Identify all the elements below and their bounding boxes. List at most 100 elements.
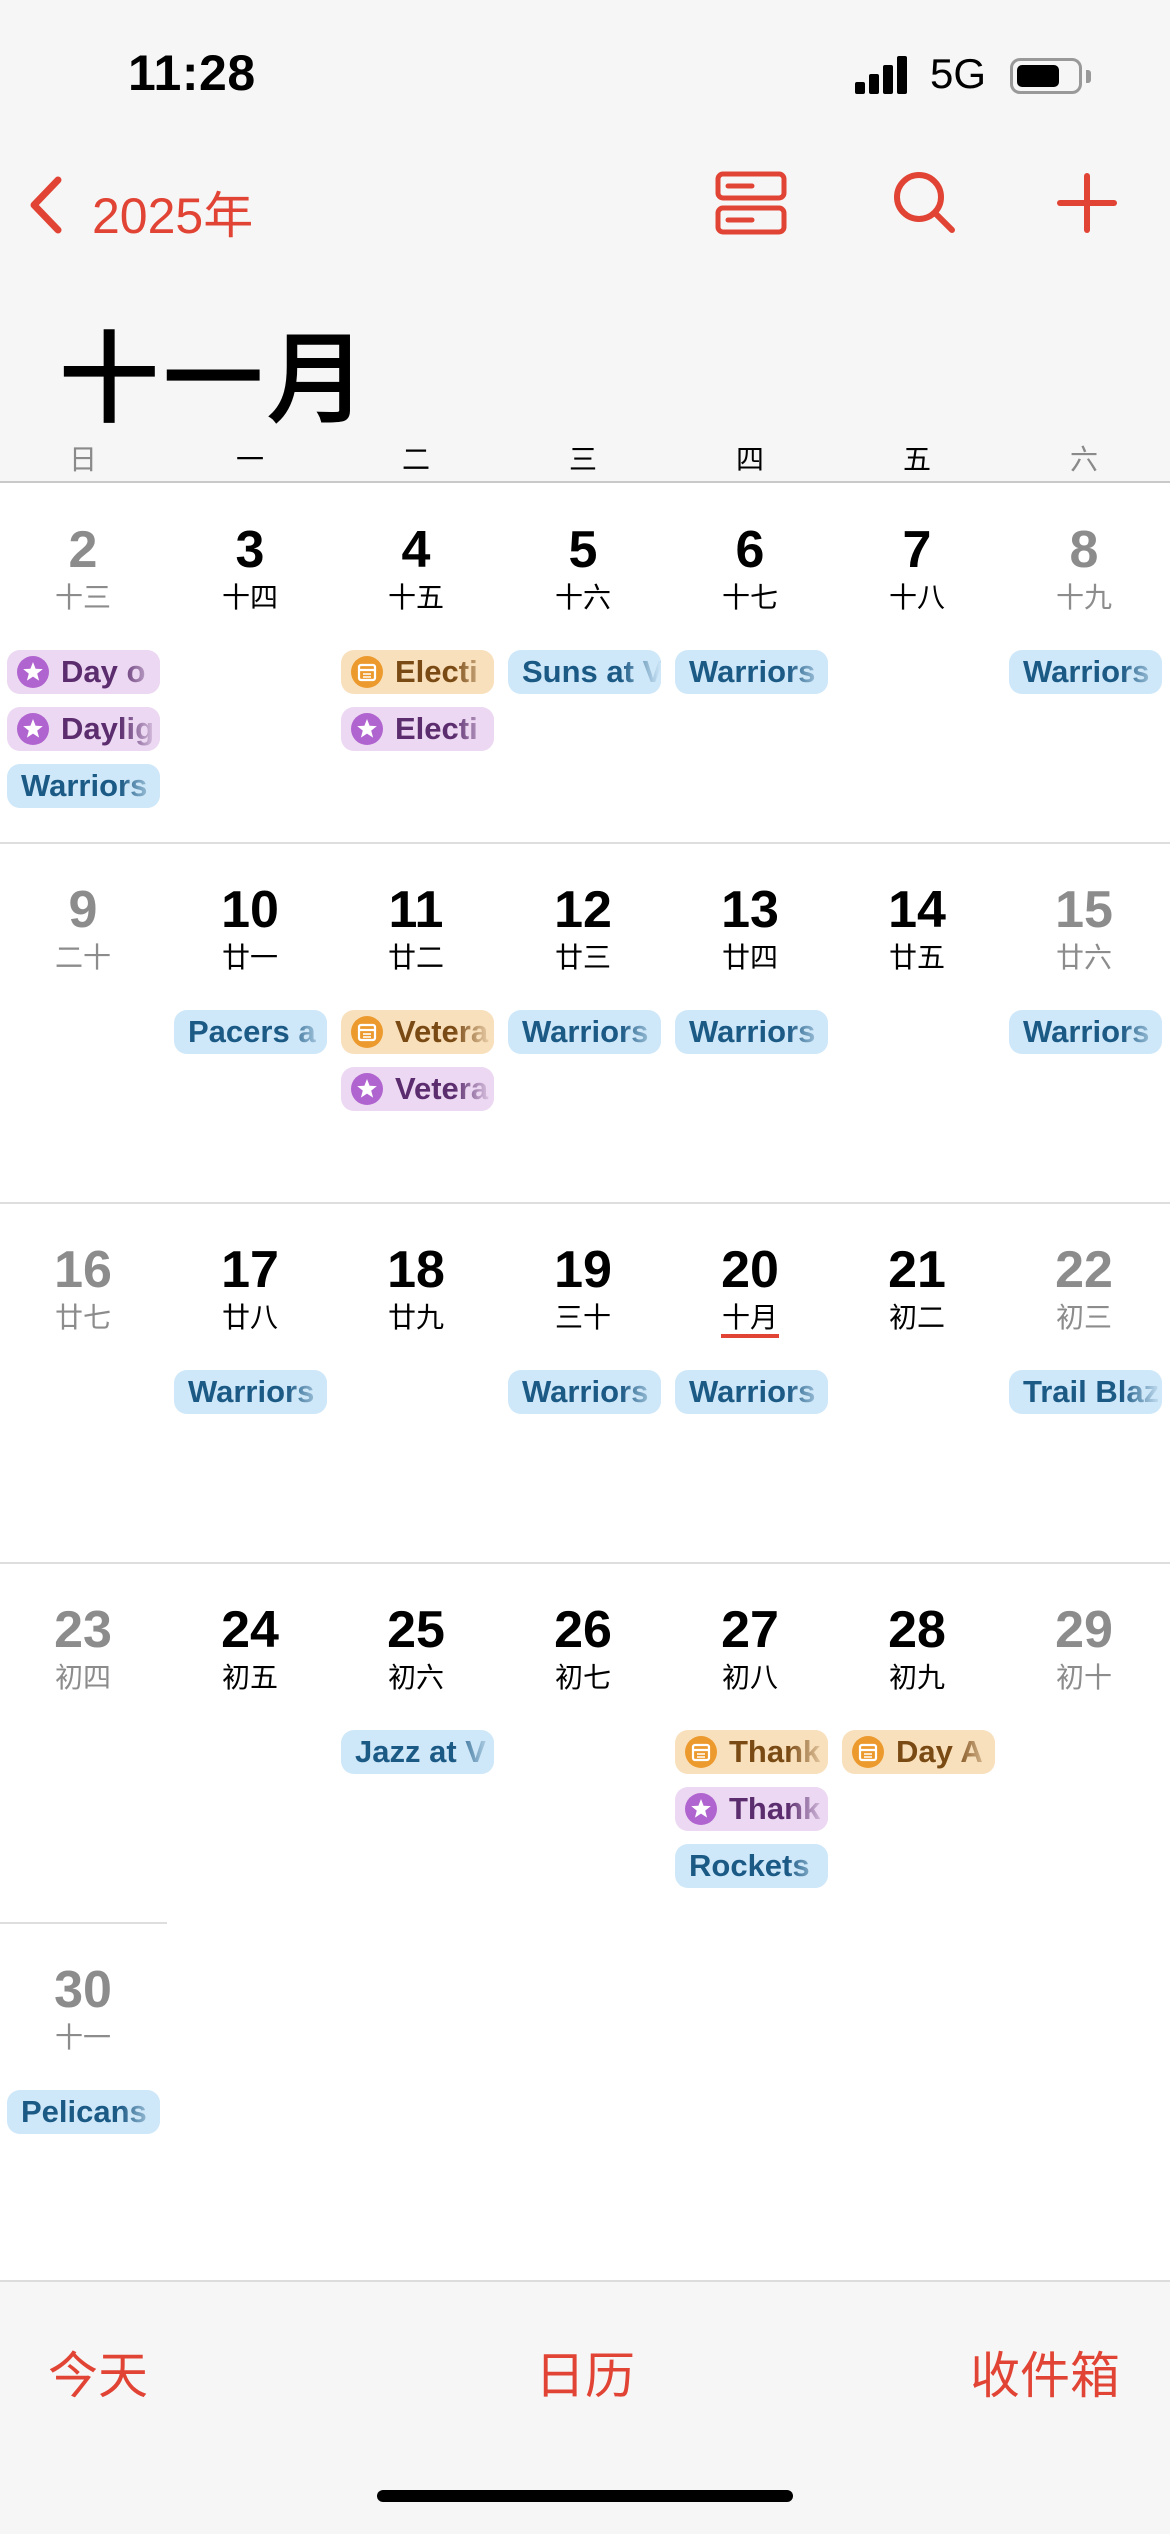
day-cell[interactable]: 23 初四: [3, 1600, 163, 1696]
day-cell[interactable]: 12 廿三: [503, 880, 663, 976]
lunar-date: 十六: [554, 582, 611, 613]
event-chip[interactable]: Electi: [341, 650, 494, 694]
day-cell[interactable]: 20 十月: [670, 1240, 830, 1336]
event-fade: [120, 650, 160, 694]
event-chip[interactable]: Vetera: [341, 1010, 494, 1054]
day-cell[interactable]: 8 十九: [1004, 520, 1164, 616]
event-chip[interactable]: Electi: [341, 707, 494, 751]
calendar-icon: [852, 1736, 884, 1768]
lunar-date: 十五: [387, 582, 444, 613]
lunar-date: 廿七: [54, 1302, 111, 1333]
event-chip[interactable]: Thank: [675, 1787, 828, 1831]
day-number: 6: [735, 521, 765, 579]
event-fade: [454, 1730, 494, 1774]
event-chip[interactable]: Warriors: [174, 1370, 327, 1414]
today-button[interactable]: 今天: [48, 2336, 148, 2408]
event-chip[interactable]: Day o: [7, 650, 160, 694]
day-number: 22: [1055, 1241, 1113, 1299]
day-number: 26: [554, 1601, 612, 1659]
lunar-date: 十九: [1055, 582, 1112, 613]
star-icon: [351, 1073, 383, 1105]
day-cell[interactable]: 27 初八: [670, 1600, 830, 1696]
calendars-button[interactable]: 日历: [535, 2336, 635, 2408]
search-button[interactable]: [890, 168, 960, 238]
day-cell[interactable]: 14 廿五: [837, 880, 997, 976]
event-chip[interactable]: Warriors: [508, 1010, 661, 1054]
day-cell[interactable]: 13 廿四: [670, 880, 830, 976]
lunar-date: 廿二: [387, 942, 444, 973]
event-chip[interactable]: Suns at V: [508, 650, 661, 694]
event-fade: [788, 650, 828, 694]
day-cell[interactable]: 19 三十: [503, 1240, 663, 1336]
year-link[interactable]: 2025年: [92, 176, 253, 248]
lunar-date: 十月: [721, 1302, 778, 1333]
star-icon: [351, 713, 383, 745]
day-cell[interactable]: 11 廿二: [336, 880, 496, 976]
event-chip[interactable]: Pacers a: [174, 1010, 327, 1054]
day-cell[interactable]: 18 廿九: [336, 1240, 496, 1336]
event-fade: [120, 2090, 160, 2134]
day-number: 28: [888, 1601, 946, 1659]
event-fade: [788, 1787, 828, 1831]
event-fade: [1122, 1010, 1162, 1054]
event-chip[interactable]: Vetera: [341, 1067, 494, 1111]
event-chip[interactable]: Daylig: [7, 707, 160, 751]
day-cell[interactable]: 7 十八: [837, 520, 997, 616]
day-cell[interactable]: 22 初三: [1004, 1240, 1164, 1336]
day-cell[interactable]: 4 十五: [336, 520, 496, 616]
day-cell[interactable]: 26 初七: [503, 1600, 663, 1696]
inbox-button[interactable]: 收件箱: [970, 2336, 1120, 2408]
event-chip[interactable]: Warriors: [675, 650, 828, 694]
day-number: 21: [888, 1241, 946, 1299]
day-number: 5: [568, 521, 598, 579]
lunar-date: 廿八: [221, 1302, 278, 1333]
event-chip[interactable]: Warriors: [675, 1010, 828, 1054]
event-chip[interactable]: Warriors: [1009, 1010, 1162, 1054]
day-cell[interactable]: 28 初九: [837, 1600, 997, 1696]
event-chip[interactable]: Warriors: [508, 1370, 661, 1414]
event-fade: [120, 707, 160, 751]
day-cell[interactable]: 21 初二: [837, 1240, 997, 1336]
event-chip[interactable]: Trail Blaz: [1009, 1370, 1162, 1414]
event-chip[interactable]: Rockets: [675, 1844, 828, 1888]
weekday-header: 日 一 二 三 四 五 六: [0, 438, 1170, 475]
calendar-icon: [351, 656, 383, 688]
event-chip[interactable]: Pelicans: [7, 2090, 160, 2134]
lunar-date: 廿五: [888, 942, 945, 973]
day-cell[interactable]: 3 十四: [170, 520, 330, 616]
day-cell[interactable]: 2 十三: [3, 520, 163, 616]
lunar-date: 廿四: [721, 942, 778, 973]
event-chip[interactable]: Warriors: [1009, 650, 1162, 694]
day-cell[interactable]: 30 十一: [3, 1960, 163, 2056]
network-type: 5G: [930, 50, 987, 97]
day-cell[interactable]: 16 廿七: [3, 1240, 163, 1336]
day-cell[interactable]: 5 十六: [503, 520, 663, 616]
day-cell[interactable]: 10 廿一: [170, 880, 330, 976]
day-cell[interactable]: 9 二十: [3, 880, 163, 976]
day-number: 10: [221, 881, 279, 939]
event-chip[interactable]: Day A: [842, 1730, 995, 1774]
day-cell[interactable]: 15 廿六: [1004, 880, 1164, 976]
lunar-date: 初六: [387, 1662, 444, 1693]
day-number: 18: [387, 1241, 445, 1299]
day-cell[interactable]: 29 初十: [1004, 1600, 1164, 1696]
event-chip[interactable]: Warriors: [7, 764, 160, 808]
event-chip[interactable]: Jazz at V: [341, 1730, 494, 1774]
day-cell[interactable]: 24 初五: [170, 1600, 330, 1696]
day-number: 8: [1069, 521, 1099, 579]
day-number: 30: [54, 1961, 112, 2019]
day-cell[interactable]: 25 初六: [336, 1600, 496, 1696]
day-cell[interactable]: 17 廿八: [170, 1240, 330, 1336]
day-cell[interactable]: 6 十七: [670, 520, 830, 616]
event-chip[interactable]: Thank: [675, 1730, 828, 1774]
chevron-left-icon: [30, 176, 62, 234]
add-event-button[interactable]: [1052, 168, 1122, 238]
weekday-label: 四: [735, 444, 764, 475]
event-fade: [788, 1844, 828, 1888]
list-view-button[interactable]: [714, 168, 788, 238]
day-number: 3: [235, 521, 265, 579]
weekday-label: 六: [1069, 444, 1098, 475]
event-chip[interactable]: Warriors: [675, 1370, 828, 1414]
back-button[interactable]: [22, 170, 82, 240]
event-fade: [287, 1370, 327, 1414]
